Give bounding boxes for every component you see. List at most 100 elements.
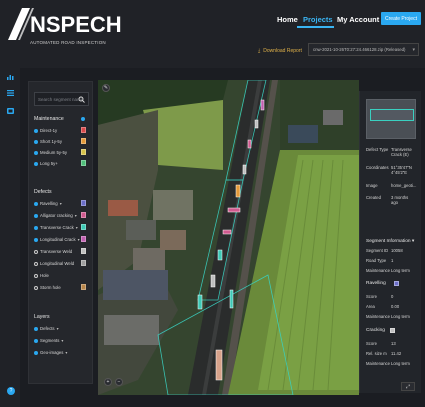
help-icon[interactable]: ? [7,387,15,395]
radio-icon [34,150,38,155]
segment-maintenance-key: Maintenance [366,268,390,273]
create-project-button[interactable]: Create Project [381,12,421,25]
maintenance-title: Maintenance [34,116,64,122]
maintenance-toggle-icon[interactable] [81,117,85,121]
ravelling-score-key: Score [366,294,377,299]
search-icon [78,96,85,103]
layer-item-defects[interactable]: Defects ▾ [34,326,59,331]
ravelling-swatch [394,281,399,286]
image-key: Image [366,183,378,188]
weld-icon [34,261,38,266]
download-report-label: Download Report [263,48,302,54]
cracking-maintenance-value: Long term [391,361,410,366]
road-type-key: Road Type [366,258,387,263]
defect-item-transverse-crack[interactable]: Transverse Crack ▾ [34,225,78,230]
chevron-down-icon: ▾ [65,350,68,355]
cracking-maintenance-key: Maintenance [366,361,390,366]
nav-active-indicator [297,26,334,28]
layer-item-geo-images[interactable]: Geo-images ▾ [34,350,67,355]
layer-item-segments[interactable]: Segments ▾ [34,338,63,343]
icon-rail [0,68,20,407]
project-file-select[interactable]: cnw-2021-10-26T0:27:24.466128.zip (Relea… [308,43,419,56]
rel-size-value: 11.42 [391,351,402,356]
segment-id-key: Segment ID [366,248,389,253]
radio-icon [34,161,38,166]
defect-item-longitudinal-weld[interactable]: Longitudinal Weld [34,261,74,266]
defect-swatch-transverse-weld [81,248,86,254]
download-report-link[interactable]: ⤓ Download Report [258,48,302,54]
download-icon: ⤓ [258,48,261,54]
maintenance-item-direct[interactable]: Direct-1y [34,128,57,133]
defect-image-thumbnail[interactable] [366,99,416,139]
coordinates-value: 51°35'47"N 4°45'2"E [391,165,412,175]
chevron-down-icon: ▾ [59,201,62,206]
image-value[interactable]: home_geoti... [391,183,416,188]
defect-item-ravelling[interactable]: Ravelling ▾ [34,201,62,206]
ravelling-title: Ravelling [366,281,386,286]
created-key: Created [366,195,381,200]
hole-icon [34,273,38,278]
chevron-down-icon: ▾ [75,225,78,230]
layers-title: Layers [34,314,50,320]
nav-projects[interactable]: Projects [303,15,333,24]
radio-icon [34,326,38,331]
weld-icon [34,249,38,254]
project-file-value: cnw-2021-10-26T0:27:24.466128.zip (Relea… [313,47,406,52]
defect-item-storm-hole[interactable]: Storm hole [34,285,61,290]
ravelling-score-value: 0 [391,294,394,299]
defect-swatch-ravelling [81,200,86,206]
defect-item-longitudinal-crack[interactable]: Longitudinal Crack ▾ [34,237,80,242]
cracking-score-value: 13 [391,341,396,346]
radio-icon [34,213,38,218]
aerial-map[interactable] [98,80,359,395]
defect-highlight-box [370,109,414,121]
segment-info-title[interactable]: Segment Information ▾ [366,239,414,244]
zoom-out-icon[interactable]: − [115,378,123,386]
map-edit-icon[interactable]: ✎ [102,84,110,92]
cracking-swatch [390,328,395,333]
list-icon[interactable] [7,90,14,96]
nav-home[interactable]: Home [277,15,298,24]
maintenance-swatch-short [81,138,86,144]
defect-swatch-transverse-crack [81,224,86,230]
defect-item-hole[interactable]: Hole [34,273,49,278]
defect-detail-panel: Defect Type Transverse Crack (E) Coordin… [359,91,421,393]
map-view[interactable]: ✎ + − [98,80,359,395]
chart-icon[interactable] [7,74,14,80]
zoom-in-icon[interactable]: + [104,378,112,386]
chevron-down-icon: ▾ [61,338,64,343]
maintenance-item-long[interactable]: Long 5y+ [34,161,58,166]
map-layers-icon[interactable] [7,108,14,114]
chevron-down-icon: ▾ [411,239,415,244]
search-placeholder: Search segment name [38,97,84,102]
ravelling-maintenance-value: Long term [391,314,410,319]
storm-hole-icon [34,285,38,290]
road-type-value: 1 [391,258,394,263]
brand-logo[interactable]: NSPECH AUTOMATED ROAD INSPECTION [0,0,122,62]
brand-name: NSPECH [30,12,122,37]
defect-swatch-longitudinal-weld [81,260,86,266]
fullscreen-icon[interactable]: ⤢ [401,382,415,391]
defect-swatch-storm-hole [81,284,86,290]
radio-icon [34,350,38,355]
radio-icon [34,139,38,144]
created-value: 3 months ago [391,195,409,205]
sidebar-filters: Search segment name Maintenance Direct-1… [28,81,93,384]
defect-item-transverse-weld[interactable]: Transverse Weld [34,249,72,254]
maintenance-swatch-direct [81,127,86,133]
segment-maintenance-value: Long term [391,268,410,273]
defect-type-value: Transverse Crack (E) [391,147,412,157]
ravelling-area-key: Area [366,304,375,309]
nav-my-account[interactable]: My Account [337,15,379,24]
ravelling-maintenance-key: Maintenance [366,314,390,319]
radio-icon [34,225,38,230]
maintenance-item-short[interactable]: Short 1y-5y [34,139,62,144]
cracking-score-key: Score [366,341,377,346]
radio-icon [34,338,38,343]
maintenance-swatch-medium [81,149,86,155]
search-segment-input[interactable]: Search segment name [34,92,89,106]
defect-item-alligator[interactable]: Alligator cracking ▾ [34,213,77,218]
radio-icon [34,128,38,133]
radio-icon [34,237,38,242]
maintenance-item-medium[interactable]: Medium 5y-5y [34,150,67,155]
